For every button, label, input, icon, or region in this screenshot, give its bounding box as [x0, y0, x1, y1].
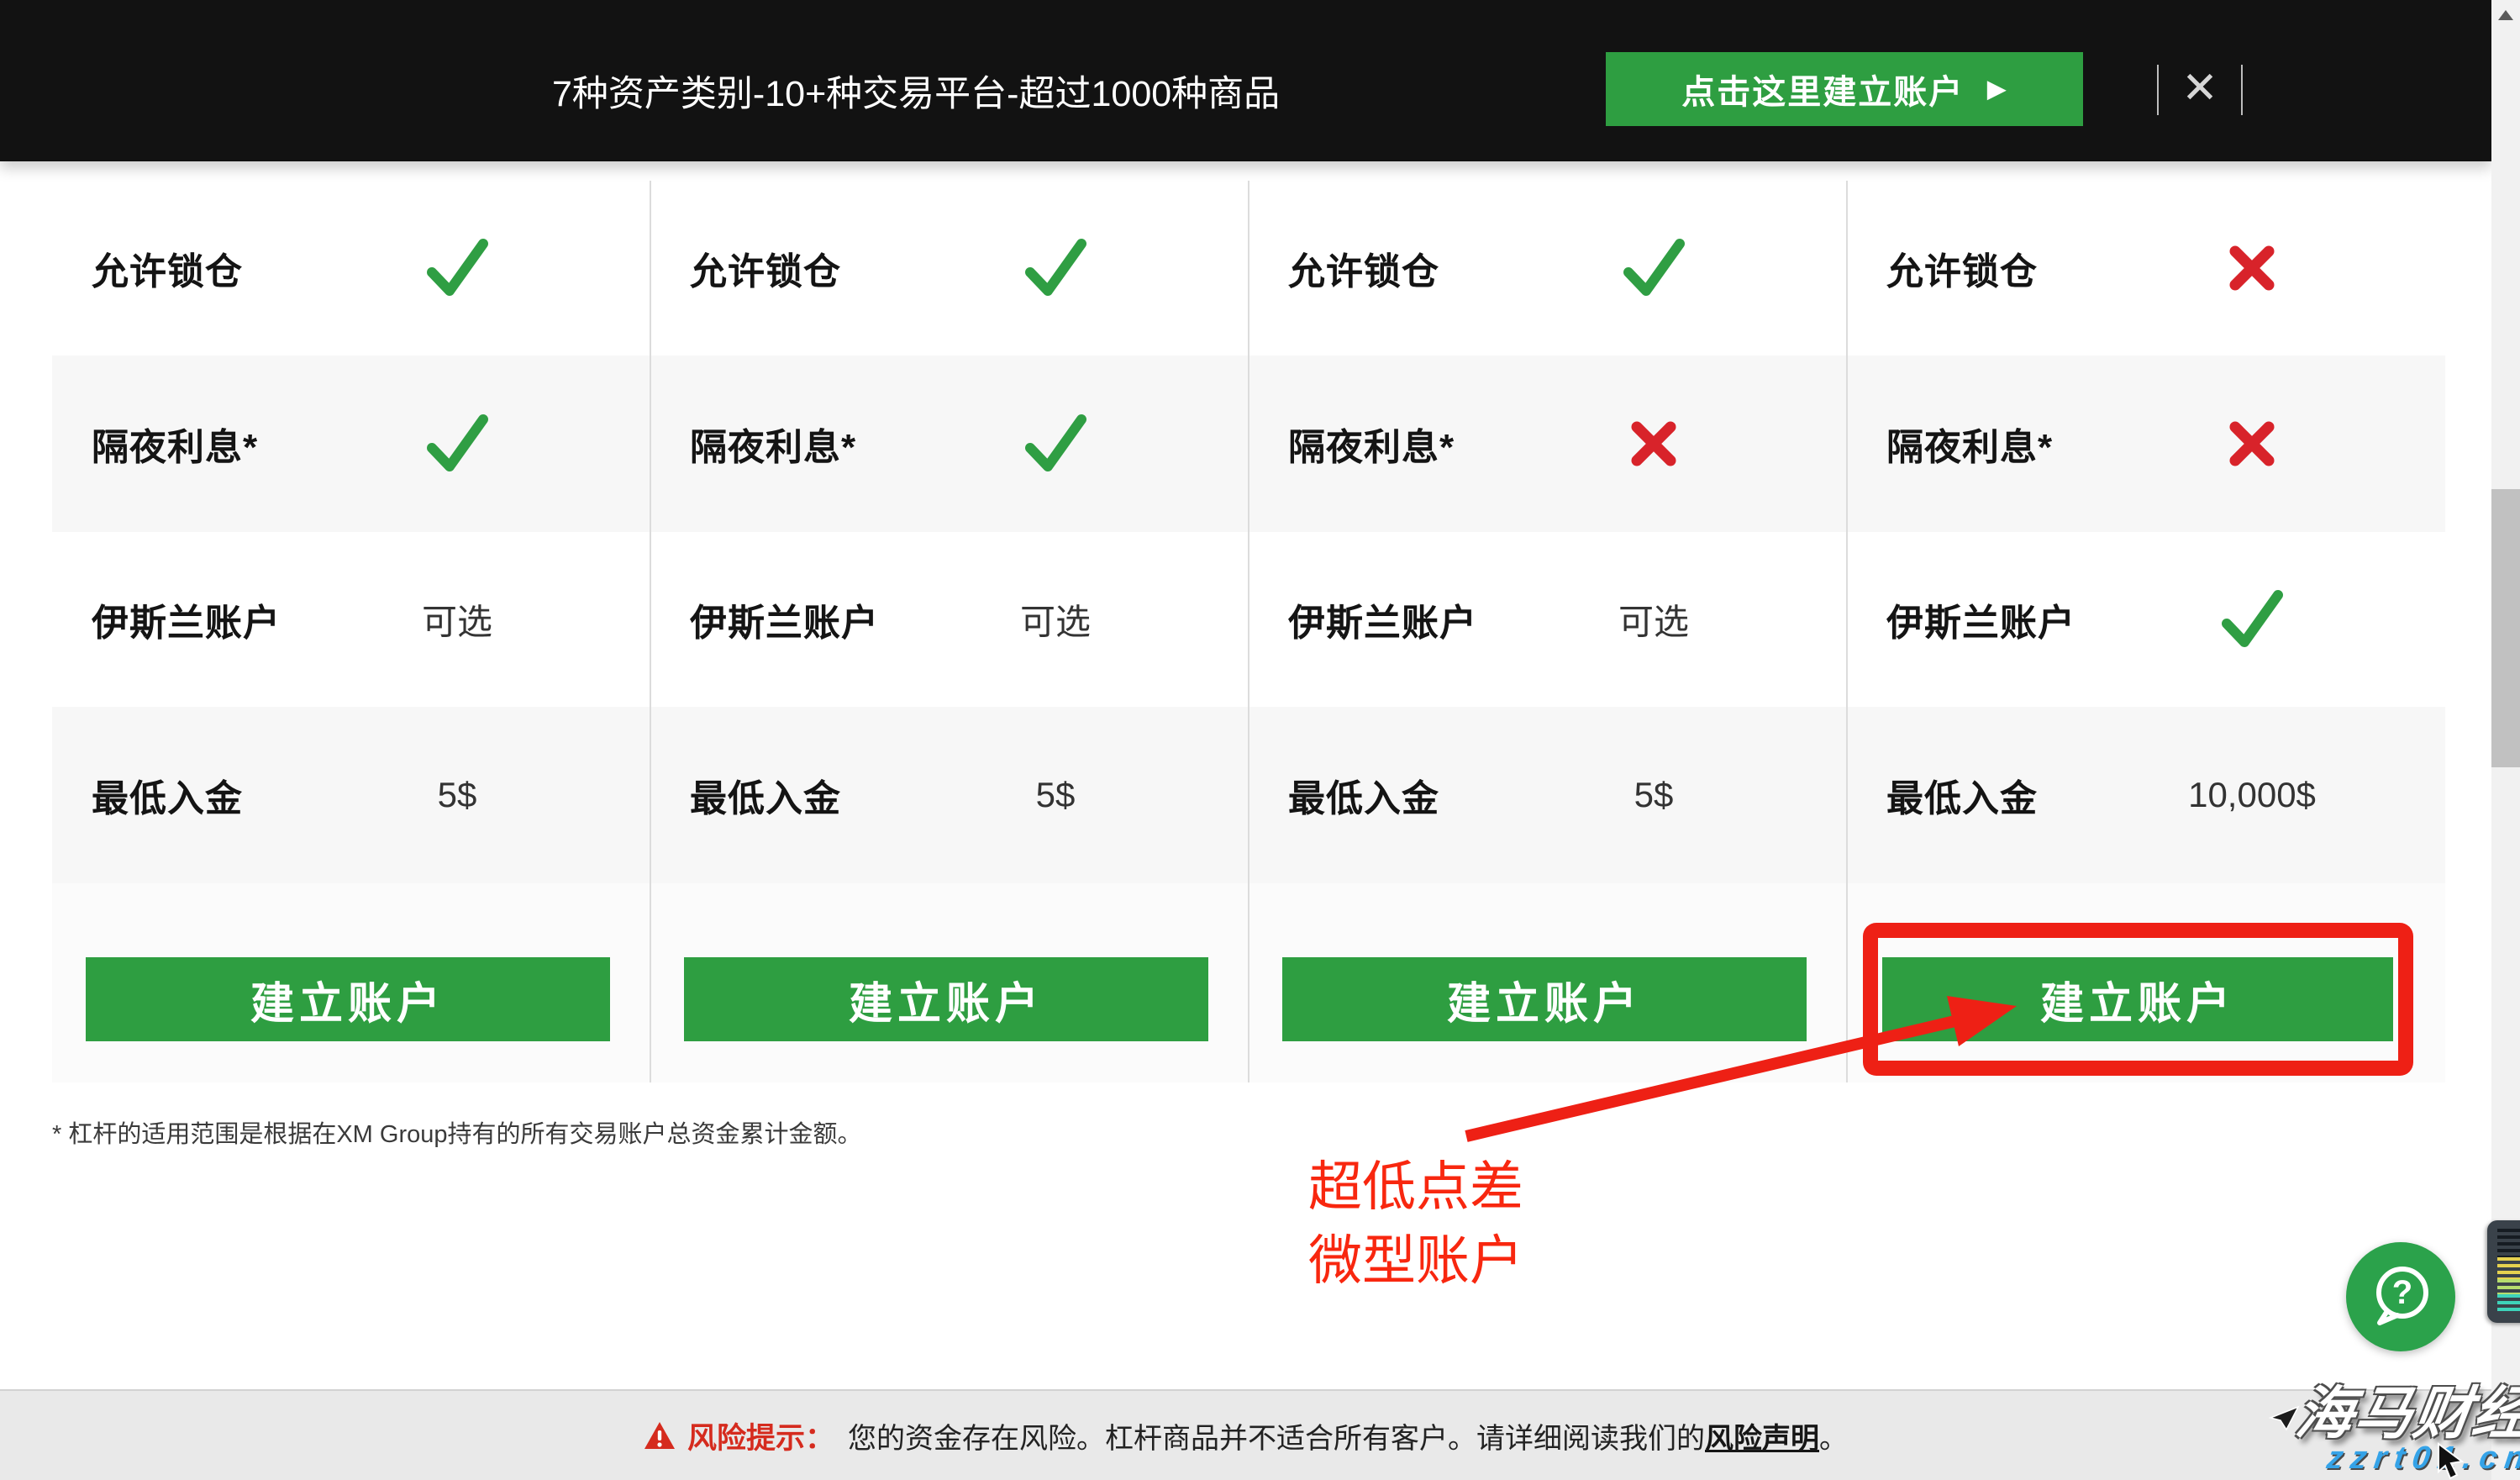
- feature-value: [1626, 416, 1681, 471]
- check-icon: [427, 239, 488, 296]
- check-icon: [1025, 239, 1086, 296]
- cross-icon: [1631, 421, 1676, 466]
- feature-cell: 允许锁仓: [52, 181, 650, 356]
- feature-value: [421, 235, 493, 301]
- feature-cell: 隔夜利息*: [1249, 356, 1847, 532]
- feature-cell: 允许锁仓: [650, 181, 1249, 356]
- separator-line: [2241, 65, 2243, 115]
- header-cta-label: 点击这里建立账户: [1681, 74, 1965, 111]
- check-icon: [427, 414, 488, 471]
- annotation-line2: 微型账户: [1308, 1230, 1523, 1291]
- feature-label: 允许锁仓: [1886, 251, 2038, 292]
- check-icon: [1623, 239, 1685, 296]
- feature-cell: 伊斯兰账户 可选: [1249, 532, 1847, 707]
- header-cta-button[interactable]: 点击这里建立账户 ▶: [1606, 52, 2083, 126]
- help-chat-button[interactable]: ?: [2346, 1242, 2455, 1351]
- open-account-button-1[interactable]: 建立账户: [86, 957, 610, 1041]
- check-icon: [2222, 590, 2283, 647]
- cross-icon: [2229, 421, 2275, 466]
- feature-label: 最低入金: [92, 778, 243, 819]
- feature-label: 隔夜利息*: [690, 427, 857, 468]
- leverage-footnote: * 杠杆的适用范围是根据在XM Group持有的所有交易账户总资金累计金额。: [52, 1121, 862, 1148]
- feature-value: 5$: [1035, 775, 1076, 814]
- meter-stripes-yellow: [2497, 1257, 2520, 1279]
- feature-value: 5$: [1634, 775, 1674, 814]
- risk-body-text: 您的资金存在风险。杠杆商品并不适合所有客户。请详细阅读我们的: [848, 1422, 1705, 1455]
- feature-cell: 伊斯兰账户: [1847, 532, 2445, 707]
- feature-label: 隔夜利息*: [1886, 427, 2054, 468]
- annotation-line1: 超低点差: [1308, 1156, 1523, 1217]
- open-account-button-2[interactable]: 建立账户: [684, 957, 1208, 1041]
- help-chat-icon: ?: [2376, 1267, 2428, 1325]
- meter-stripes-green: [2497, 1279, 2520, 1294]
- feature-label: 允许锁仓: [1288, 251, 1439, 292]
- watermark-plane-icon: [2269, 1405, 2300, 1431]
- feature-value: 10,000$: [2188, 775, 2316, 814]
- mouse-cursor: [2438, 1442, 2465, 1480]
- feature-cell: 伊斯兰账户 可选: [52, 532, 650, 707]
- feature-value: [1019, 235, 1092, 301]
- feature-label: 允许锁仓: [690, 251, 841, 292]
- feature-value: 可选: [421, 602, 493, 642]
- risk-suffix: 。: [1819, 1422, 1848, 1455]
- feature-cell: 最低入金 5$: [52, 707, 650, 883]
- feature-cell: 最低入金 5$: [1249, 707, 1847, 883]
- feature-value: [421, 411, 493, 477]
- banner-tagline: 7种资产类别-10+种交易平台-超过1000种商品: [552, 74, 1281, 114]
- feature-value: [2224, 416, 2280, 471]
- feature-label: 最低入金: [690, 778, 841, 819]
- cross-icon: [2229, 245, 2275, 291]
- feature-label: 伊斯兰账户: [92, 603, 281, 644]
- feature-cell: 允许锁仓: [1249, 181, 1847, 356]
- feature-cell: 隔夜利息*: [650, 356, 1249, 532]
- separator-line: [2157, 65, 2159, 115]
- risk-label: 风险提示：: [687, 1421, 834, 1455]
- feature-label: 最低入金: [1288, 778, 1439, 819]
- feature-value: [2224, 240, 2280, 296]
- feature-label: 隔夜利息*: [1288, 427, 1455, 468]
- scroll-up-arrow[interactable]: [2498, 10, 2513, 20]
- feature-value: [1019, 411, 1092, 477]
- watermark-logo-meter: [2487, 1220, 2520, 1323]
- feature-value: [1618, 235, 1690, 301]
- open-account-button-3[interactable]: 建立账户: [1282, 957, 1807, 1041]
- svg-text:?: ?: [2392, 1274, 2412, 1311]
- feature-label: 允许锁仓: [92, 251, 243, 292]
- feature-value: 可选: [1618, 602, 1690, 642]
- cta-arrow-icon: ▶: [1987, 76, 2007, 102]
- top-banner: 7种资产类别-10+种交易平台-超过1000种商品 点击这里建立账户 ▶ ✕: [0, 0, 2491, 161]
- feature-label: 伊斯兰账户: [1288, 603, 1477, 644]
- feature-label: 伊斯兰账户: [1886, 603, 2075, 644]
- warning-triangle-icon: [644, 1420, 676, 1451]
- feature-cell: 允许锁仓: [1847, 181, 2445, 356]
- page: 7种资产类别-10+种交易平台-超过1000种商品 点击这里建立账户 ▶ ✕ 允…: [0, 0, 2520, 1480]
- feature-cell: 隔夜利息*: [1847, 356, 2445, 532]
- feature-label: 伊斯兰账户: [690, 603, 879, 644]
- meter-stripes-teal: [2497, 1294, 2520, 1314]
- close-button[interactable]: ✕: [2168, 57, 2232, 119]
- feature-label: 最低入金: [1886, 778, 2038, 819]
- feature-value: [2216, 587, 2288, 652]
- feature-cell: 最低入金 5$: [650, 707, 1249, 883]
- feature-value: 可选: [1019, 602, 1092, 642]
- risk-warning-bar: 风险提示： 您的资金存在风险。杠杆商品并不适合所有客户。请详细阅读我们的 风险声…: [0, 1389, 2491, 1480]
- close-icon: ✕: [2181, 64, 2218, 113]
- scrollbar-thumb[interactable]: [2491, 489, 2520, 767]
- meter-stripes-dark: [2497, 1229, 2520, 1257]
- check-icon: [1025, 414, 1086, 471]
- annotation-text: 超低点差 微型账户: [1308, 1150, 1523, 1298]
- feature-cell: 最低入金 10,000$: [1847, 707, 2445, 883]
- open-account-button-4[interactable]: 建立账户: [1882, 957, 2393, 1041]
- risk-statement-link[interactable]: 风险声明: [1705, 1415, 1819, 1456]
- feature-value: 5$: [437, 775, 477, 814]
- feature-cell: 隔夜利息*: [52, 356, 650, 532]
- feature-label: 隔夜利息*: [92, 427, 259, 468]
- feature-cell: 伊斯兰账户 可选: [650, 532, 1249, 707]
